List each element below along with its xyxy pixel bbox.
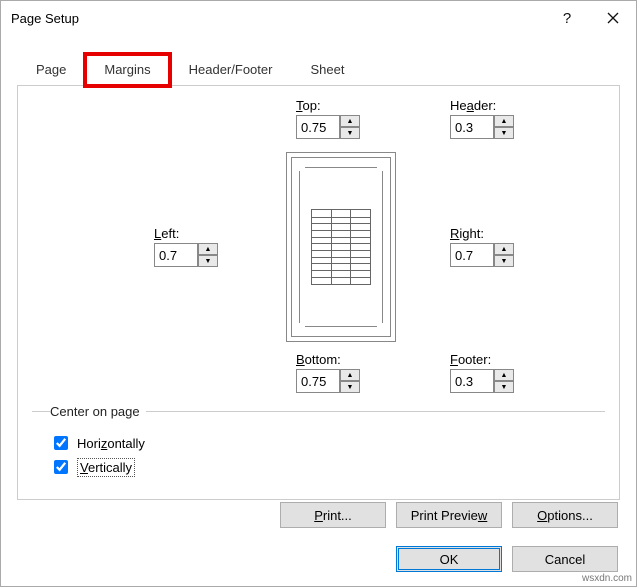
close-button[interactable]	[590, 1, 636, 35]
window-title: Page Setup	[11, 11, 544, 26]
margin-footer-input[interactable]	[450, 369, 494, 393]
preview-grid	[311, 209, 371, 285]
margin-footer-label: Footer:	[450, 352, 530, 367]
margin-bottom-group: Bottom: ▲▼	[296, 352, 376, 393]
center-on-page-legend: Center on page	[50, 404, 146, 419]
options-button[interactable]: Options...	[512, 502, 618, 528]
margin-left-group: Left: ▲▼	[154, 226, 234, 267]
tab-page[interactable]: Page	[17, 54, 85, 86]
tab-strip: Page Margins Header/Footer Sheet	[17, 53, 620, 86]
margin-header-input[interactable]	[450, 115, 494, 139]
margin-top-label: Top:	[296, 98, 376, 113]
margin-header-group: Header: ▲▼	[450, 98, 530, 139]
margin-left-input[interactable]	[154, 243, 198, 267]
margin-top-input[interactable]	[296, 115, 340, 139]
margin-header-label: Header:	[450, 98, 530, 113]
tab-header-footer[interactable]: Header/Footer	[170, 54, 292, 86]
help-button[interactable]: ?	[544, 1, 590, 35]
center-vertically-label: Vertically	[77, 458, 135, 477]
page-preview	[286, 152, 396, 342]
margin-left-label: Left:	[154, 226, 234, 241]
margin-left-spinner[interactable]: ▲▼	[198, 243, 218, 267]
margin-bottom-spinner[interactable]: ▲▼	[340, 369, 360, 393]
center-horizontally[interactable]: Horizontally	[50, 433, 605, 453]
center-vertically-checkbox[interactable]	[54, 460, 68, 474]
margins-area: Top: ▲▼ Header: ▲▼ Left:	[32, 98, 605, 398]
tab-margins[interactable]: Margins	[85, 54, 169, 86]
dialog-content: Page Margins Header/Footer Sheet Top: ▲▼…	[1, 35, 636, 500]
margin-top-group: Top: ▲▼	[296, 98, 376, 139]
tab-sheet[interactable]: Sheet	[291, 54, 363, 86]
center-horizontally-label: Horizontally	[77, 436, 145, 451]
print-preview-button[interactable]: Print Preview	[396, 502, 502, 528]
margin-right-label: Right:	[450, 226, 530, 241]
cancel-button[interactable]: Cancel	[512, 546, 618, 572]
margins-panel: Top: ▲▼ Header: ▲▼ Left:	[17, 86, 620, 500]
print-button[interactable]: Print...	[280, 502, 386, 528]
margin-footer-spinner[interactable]: ▲▼	[494, 369, 514, 393]
action-buttons-row1: Print... Print Preview Options...	[280, 502, 618, 528]
close-icon	[607, 12, 619, 24]
page-setup-dialog: Page Setup ? Page Margins Header/Footer …	[0, 0, 637, 587]
center-vertically[interactable]: Vertically	[50, 457, 605, 477]
margin-footer-group: Footer: ▲▼	[450, 352, 530, 393]
ok-button[interactable]: OK	[396, 546, 502, 572]
margin-right-spinner[interactable]: ▲▼	[494, 243, 514, 267]
margin-right-group: Right: ▲▼	[450, 226, 530, 267]
margin-top-spinner[interactable]: ▲▼	[340, 115, 360, 139]
action-buttons-row2: OK Cancel	[396, 546, 618, 572]
margin-bottom-input[interactable]	[296, 369, 340, 393]
watermark: wsxdn.com	[582, 573, 632, 584]
center-on-page-group: Center on page Horizontally Vertically	[32, 404, 605, 481]
margin-right-input[interactable]	[450, 243, 494, 267]
margin-bottom-label: Bottom:	[296, 352, 376, 367]
margin-header-spinner[interactable]: ▲▼	[494, 115, 514, 139]
center-horizontally-checkbox[interactable]	[54, 436, 68, 450]
titlebar: Page Setup ?	[1, 1, 636, 35]
